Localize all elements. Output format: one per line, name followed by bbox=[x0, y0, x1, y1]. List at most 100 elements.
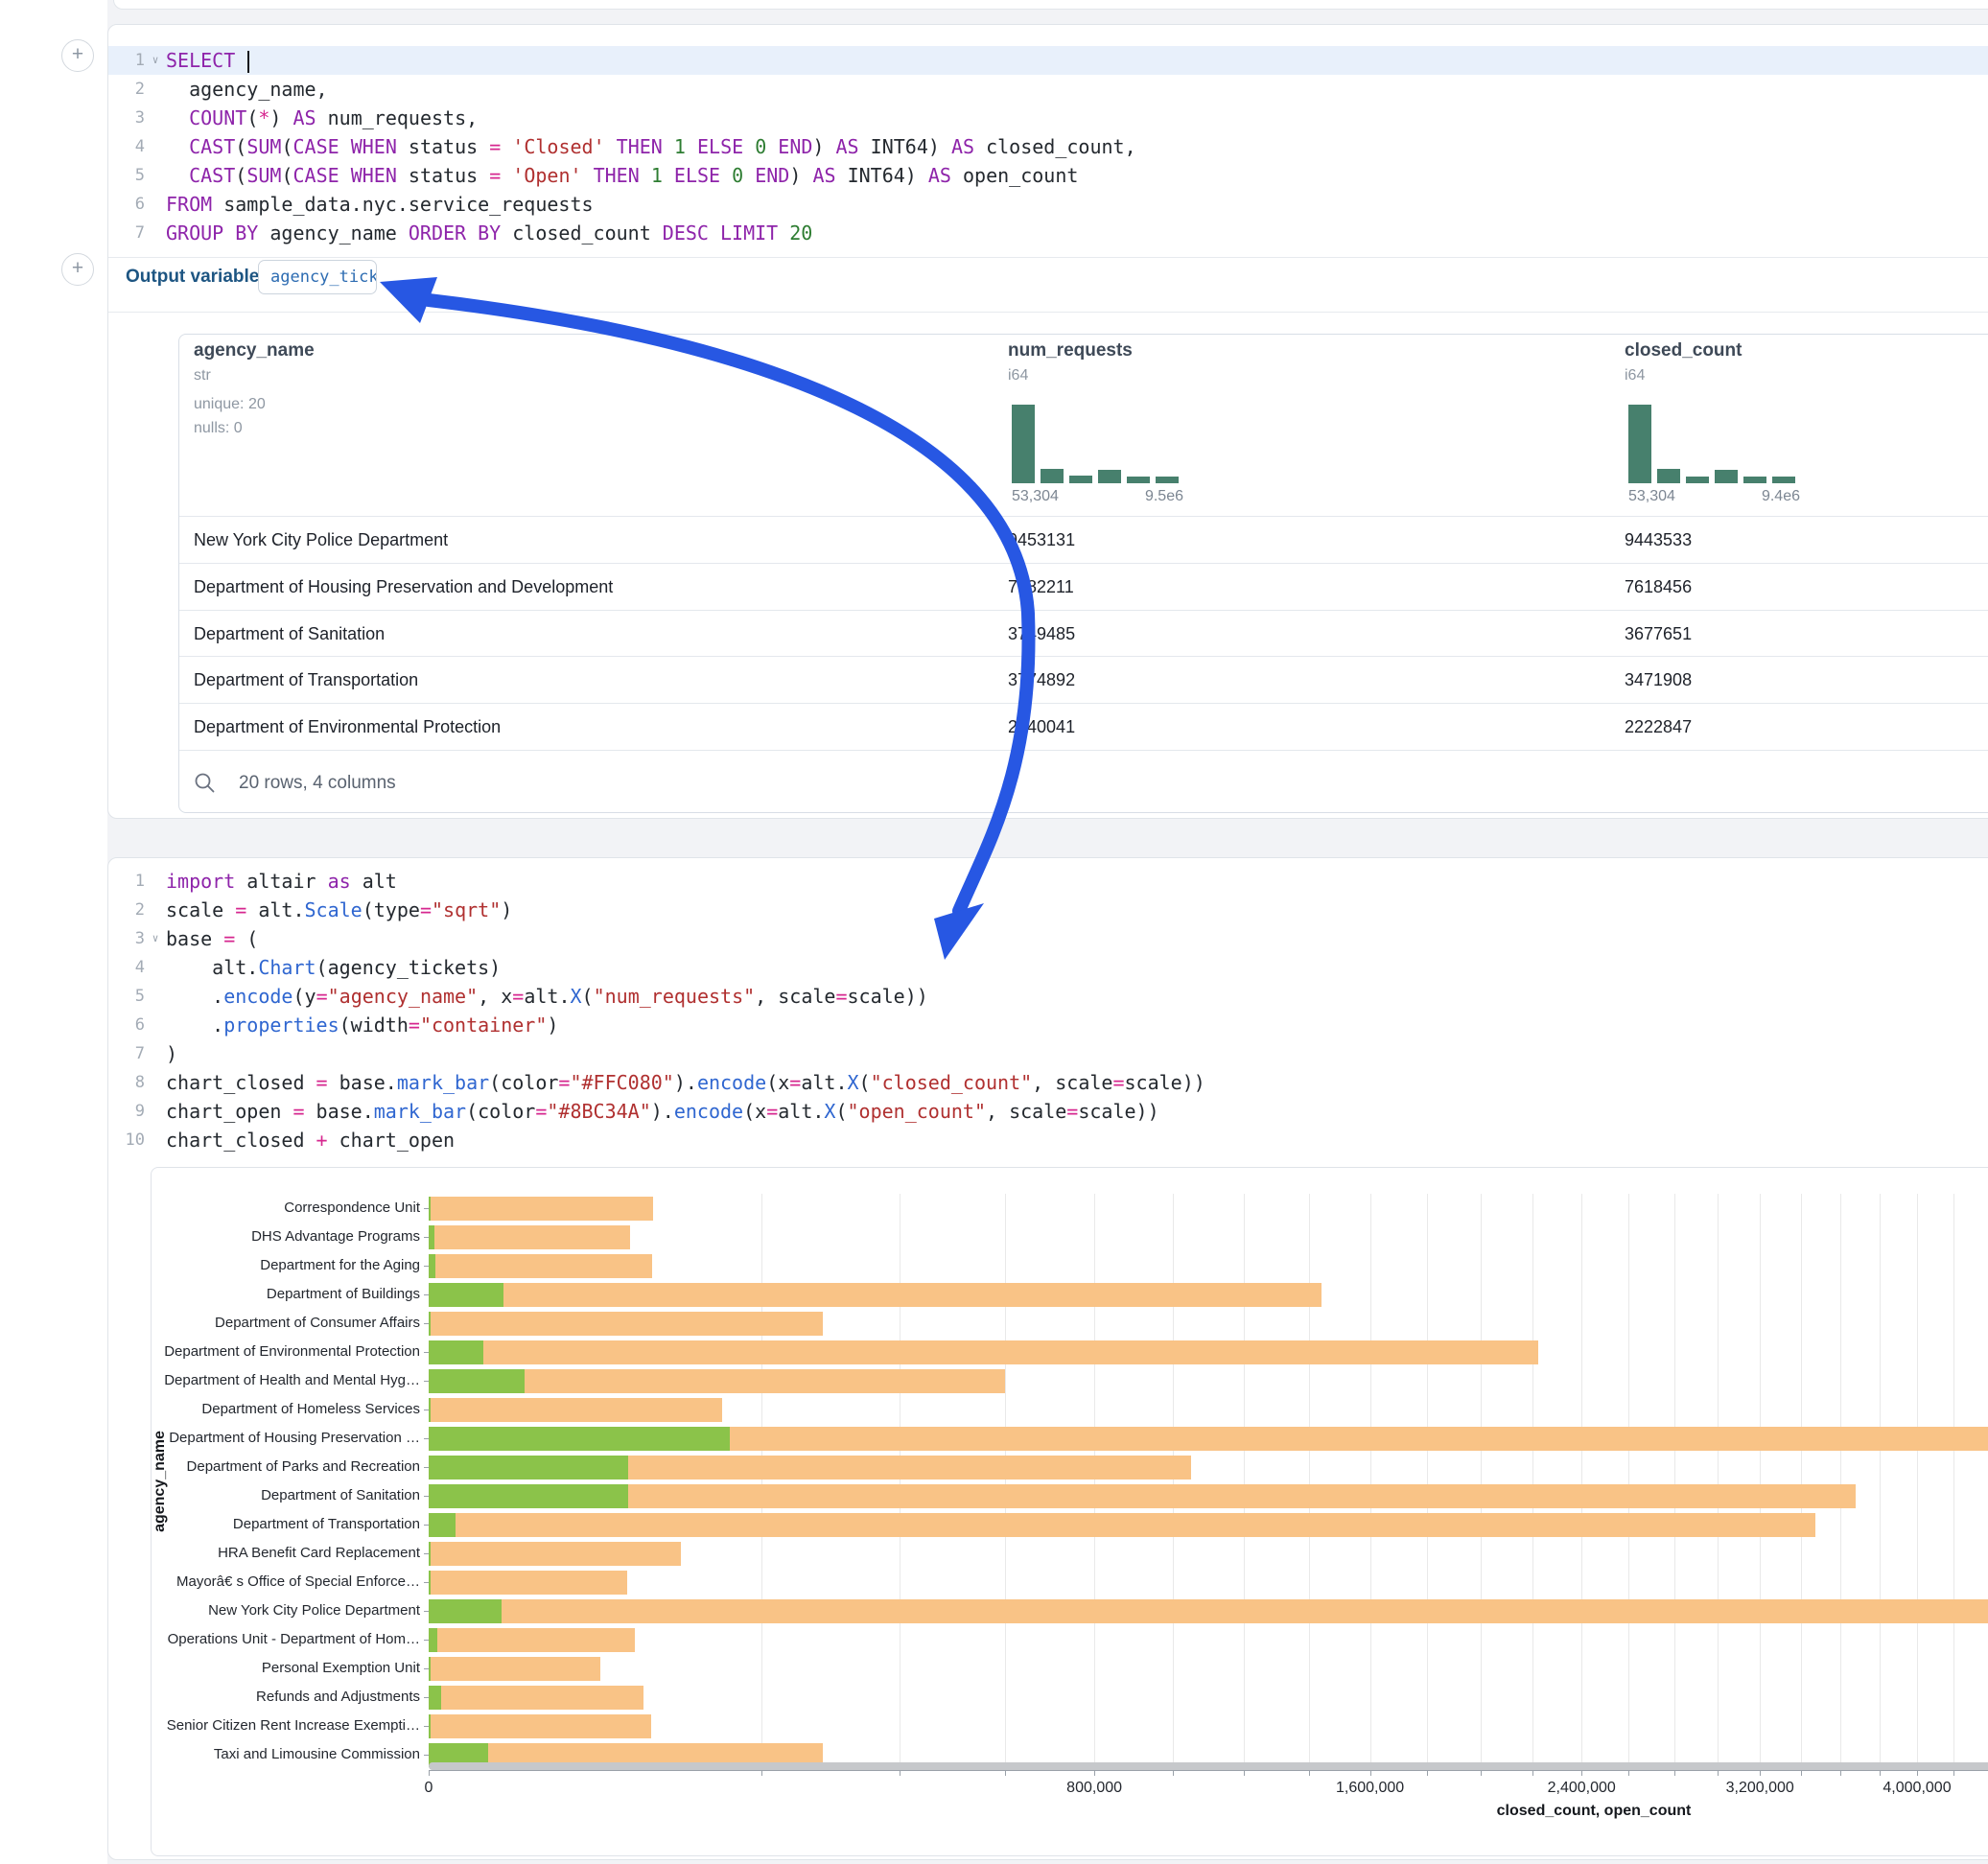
table-row: Department of Housing Preservation and D… bbox=[179, 563, 1988, 611]
y-axis-label: New York City Police Department bbox=[152, 1601, 420, 1620]
python-code-editor[interactable]: 1import altair as alt2scale = alt.Scale(… bbox=[108, 867, 1988, 1154]
line-number: 5 bbox=[108, 982, 145, 1011]
table-cell: Department of Transportation bbox=[194, 657, 418, 704]
gridline bbox=[1628, 1194, 1629, 1770]
code-line[interactable]: 6FROM sample_data.nyc.service_requests bbox=[108, 190, 1988, 219]
y-axis-label: Senior Citizen Rent Increase Exempti… bbox=[152, 1716, 420, 1736]
x-tick bbox=[1581, 1770, 1582, 1776]
x-tick bbox=[1674, 1770, 1675, 1776]
code-line[interactable]: 9chart_open = base.mark_bar(color="#8BC3… bbox=[108, 1097, 1988, 1126]
y-axis-label: Correspondence Unit bbox=[152, 1199, 420, 1218]
table-cell: 2222847 bbox=[1625, 704, 1692, 751]
chart-horizontal-scrollbar[interactable] bbox=[429, 1762, 1988, 1770]
y-axis-label: DHS Advantage Programs bbox=[152, 1227, 420, 1247]
y-axis-label: Mayorâ€ s Office of Special Enforce… bbox=[152, 1573, 420, 1592]
code-line[interactable]: 7) bbox=[108, 1039, 1988, 1068]
histogram-bar bbox=[1098, 470, 1121, 483]
fold-spacer bbox=[145, 953, 166, 982]
table-cell: 7618456 bbox=[1625, 564, 1692, 611]
x-tick bbox=[1801, 1770, 1802, 1776]
table-cell: New York City Police Department bbox=[194, 517, 448, 564]
column-type: str bbox=[194, 367, 211, 384]
open_count-bar bbox=[429, 1657, 431, 1681]
add-cell-button-top[interactable]: + bbox=[61, 39, 94, 72]
column-header[interactable]: closed_count bbox=[1625, 340, 1742, 361]
y-axis-label: Department for the Aging bbox=[152, 1256, 420, 1275]
code-line[interactable]: 4 CAST(SUM(CASE WHEN status = 'Closed' T… bbox=[108, 132, 1988, 161]
y-axis-label: Department of Housing Preservation … bbox=[152, 1429, 420, 1448]
gridline bbox=[1532, 1194, 1533, 1770]
code-line[interactable]: 3∨base = ( bbox=[108, 924, 1988, 953]
x-tick bbox=[1173, 1770, 1174, 1776]
code-line[interactable]: 1∨SELECT bbox=[108, 46, 1988, 75]
y-tick bbox=[424, 1352, 429, 1353]
code-line[interactable]: 6 .properties(width="container") bbox=[108, 1011, 1988, 1039]
histogram-bar bbox=[1041, 469, 1064, 483]
code-line[interactable]: 8chart_closed = base.mark_bar(color="#FF… bbox=[108, 1068, 1988, 1097]
line-number: 9 bbox=[108, 1097, 145, 1126]
x-axis-title: closed_count, open_count bbox=[1402, 1803, 1786, 1820]
fold-chevron-icon[interactable]: ∨ bbox=[145, 46, 166, 75]
code-line[interactable]: 3 COUNT(*) AS num_requests, bbox=[108, 104, 1988, 132]
line-number: 6 bbox=[108, 190, 145, 219]
histogram-bar bbox=[1127, 477, 1150, 483]
line-number: 7 bbox=[108, 219, 145, 247]
code-text: chart_closed + chart_open bbox=[166, 1126, 455, 1154]
open_count-bar bbox=[429, 1427, 730, 1451]
fold-spacer bbox=[145, 1126, 166, 1154]
code-line[interactable]: 1import altair as alt bbox=[108, 867, 1988, 896]
fold-spacer bbox=[145, 104, 166, 132]
code-text: .encode(y="agency_name", x=alt.X("num_re… bbox=[166, 982, 928, 1011]
code-line[interactable]: 2 agency_name, bbox=[108, 75, 1988, 104]
dataframe-preview: agency_namestrunique: 20nulls: 0num_requ… bbox=[178, 334, 1988, 813]
fold-spacer bbox=[145, 1011, 166, 1039]
code-line[interactable]: 7GROUP BY agency_name ORDER BY closed_co… bbox=[108, 219, 1988, 247]
gridline bbox=[1173, 1194, 1174, 1770]
fold-chevron-icon[interactable]: ∨ bbox=[145, 924, 166, 953]
y-tick bbox=[424, 1323, 429, 1324]
closed_count-bar bbox=[429, 1197, 653, 1221]
row-count-status: 20 rows, 4 columns bbox=[239, 772, 396, 795]
histogram-bar bbox=[1686, 477, 1709, 483]
code-line[interactable]: 10chart_closed + chart_open bbox=[108, 1126, 1988, 1154]
closed_count-bar bbox=[429, 1484, 1856, 1508]
y-tick bbox=[424, 1266, 429, 1267]
add-cell-button-below-sql[interactable]: + bbox=[61, 253, 94, 286]
open_count-bar bbox=[429, 1283, 503, 1307]
line-number: 6 bbox=[108, 1011, 145, 1039]
column-header[interactable]: num_requests bbox=[1008, 340, 1133, 361]
search-icon[interactable] bbox=[194, 772, 217, 795]
histogram-bar bbox=[1628, 405, 1651, 483]
histogram-max-label: 9.5e6 bbox=[1012, 488, 1183, 505]
gridline bbox=[1801, 1194, 1802, 1770]
y-axis-label: Refunds and Adjustments bbox=[152, 1688, 420, 1707]
line-number: 7 bbox=[108, 1039, 145, 1068]
code-line[interactable]: 4 alt.Chart(agency_tickets) bbox=[108, 953, 1988, 982]
y-tick bbox=[424, 1582, 429, 1583]
gridline bbox=[1760, 1194, 1761, 1770]
closed_count-bar bbox=[429, 1714, 651, 1738]
y-axis-label: Department of Buildings bbox=[152, 1285, 420, 1304]
x-tick bbox=[761, 1770, 762, 1776]
fold-spacer bbox=[145, 132, 166, 161]
x-tick-label: 3,200,000 bbox=[1683, 1780, 1836, 1797]
fold-spacer bbox=[145, 1097, 166, 1126]
open_count-bar bbox=[429, 1484, 628, 1508]
closed_count-bar bbox=[429, 1340, 1538, 1364]
x-tick bbox=[1309, 1770, 1310, 1776]
table-cell: 9443533 bbox=[1625, 517, 1692, 564]
closed_count-bar bbox=[429, 1398, 722, 1422]
sql-code-editor[interactable]: 1∨SELECT 2 agency_name,3 COUNT(*) AS num… bbox=[108, 46, 1988, 247]
open_count-bar bbox=[429, 1369, 525, 1393]
code-line[interactable]: 5 .encode(y="agency_name", x=alt.X("num_… bbox=[108, 982, 1988, 1011]
code-line[interactable]: 2scale = alt.Scale(type="sqrt") bbox=[108, 896, 1988, 924]
x-tick bbox=[1005, 1770, 1006, 1776]
output-variable-pill[interactable]: agency_tickets bbox=[258, 260, 377, 294]
closed_count-bar bbox=[429, 1686, 643, 1710]
gridline bbox=[1427, 1194, 1428, 1770]
code-line[interactable]: 5 CAST(SUM(CASE WHEN status = 'Open' THE… bbox=[108, 161, 1988, 190]
column-header[interactable]: agency_name bbox=[194, 340, 315, 361]
closed_count-bar bbox=[429, 1283, 1321, 1307]
gridline bbox=[1309, 1194, 1310, 1770]
open_count-bar bbox=[429, 1312, 431, 1336]
